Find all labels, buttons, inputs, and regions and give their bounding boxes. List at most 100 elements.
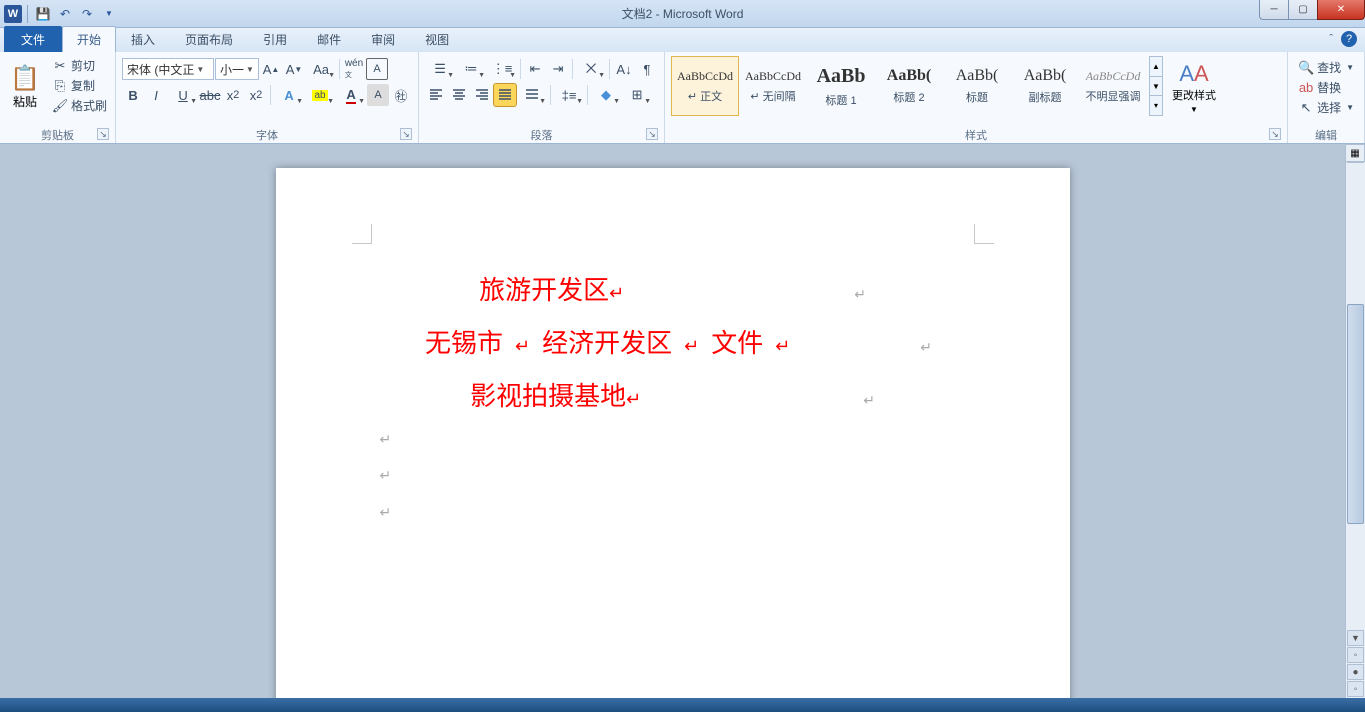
format-painter-button[interactable]: 🖌格式刷 <box>48 96 111 115</box>
shrink-font-button[interactable]: A▼ <box>283 58 305 80</box>
character-border-button[interactable]: A <box>366 58 388 80</box>
page[interactable]: 旅游开发区↵↵ 无锡市↵经济开发区↵文件↵↵ 影视拍摄基地↵↵ ↵ ↵ ↵ <box>276 168 1070 698</box>
qat-separator <box>27 5 28 23</box>
gallery-up-button[interactable]: ▲ <box>1150 57 1162 77</box>
style-subtle-emphasis[interactable]: AaBbCcDd不明显强调 <box>1079 56 1147 116</box>
paragraph-launcher[interactable]: ↘ <box>646 128 658 140</box>
paste-button[interactable]: 📋 粘贴 <box>4 54 46 122</box>
tab-review[interactable]: 审阅 <box>356 26 410 52</box>
align-left-button[interactable] <box>425 84 447 106</box>
increase-indent-button[interactable]: ⇥ <box>547 58 569 80</box>
align-left-icon <box>428 87 444 103</box>
change-case-button[interactable]: Aa▼ <box>306 58 336 80</box>
font-size-combo[interactable]: 小一▼ <box>215 58 259 80</box>
doc-line-3[interactable]: 影视拍摄基地↵↵ <box>372 370 974 423</box>
doc-line-1[interactable]: 旅游开发区↵↵ <box>372 264 974 317</box>
font-launcher[interactable]: ↘ <box>400 128 412 140</box>
replace-button[interactable]: ab替换 <box>1294 78 1358 97</box>
tab-insert[interactable]: 插入 <box>116 26 170 52</box>
text-effects-button[interactable]: A▼ <box>274 84 304 106</box>
copy-icon: ⎘ <box>52 78 68 94</box>
tab-references[interactable]: 引用 <box>248 26 302 52</box>
close-button[interactable]: ✕ <box>1317 0 1365 20</box>
window-controls: ─ ▢ ✕ <box>1260 0 1365 20</box>
font-family-combo[interactable]: 宋体 (中文正▼ <box>122 58 214 80</box>
scroll-down-button[interactable]: ▼ <box>1347 630 1364 646</box>
sort-button[interactable]: A↓ <box>613 58 635 80</box>
font-color-button[interactable]: A▼ <box>336 84 366 106</box>
paragraph-mark: ↵ <box>684 336 699 356</box>
clipboard-launcher[interactable]: ↘ <box>97 128 109 140</box>
style-normal[interactable]: AaBbCcDd↵ 正文 <box>671 56 739 116</box>
align-right-button[interactable] <box>471 84 493 106</box>
select-button[interactable]: ↖选择▼ <box>1294 98 1358 117</box>
align-center-button[interactable] <box>448 84 470 106</box>
browse-object-button[interactable]: ● <box>1347 664 1364 680</box>
prev-page-button[interactable]: ◦ <box>1347 647 1364 663</box>
style-subtitle[interactable]: AaBb(副标题 <box>1011 56 1079 116</box>
group-styles: AaBbCcDd↵ 正文 AaBbCcDd↵ 无间隔 AaBb标题 1 AaBb… <box>665 52 1288 143</box>
qat-customize-dropdown[interactable]: ▼ <box>99 4 119 24</box>
scroll-track[interactable] <box>1347 164 1364 642</box>
paste-label: 粘贴 <box>13 93 37 110</box>
copy-button[interactable]: ⎘复制 <box>48 76 111 95</box>
shading-button[interactable]: ◆▼ <box>591 84 621 106</box>
decrease-indent-button[interactable]: ⇤ <box>524 58 546 80</box>
tab-page-layout[interactable]: 页面布局 <box>170 26 248 52</box>
tab-mailings[interactable]: 邮件 <box>302 26 356 52</box>
italic-button[interactable]: I <box>145 84 167 106</box>
distributed-button[interactable]: ▼ <box>517 84 547 106</box>
numbering-button[interactable]: ≔▼ <box>456 58 486 80</box>
doc-line-2[interactable]: 无锡市↵经济开发区↵文件↵↵ <box>372 317 974 370</box>
group-paragraph: ☰▼ ≔▼ ⋮≡▼ ⇤ ⇥ ⨉▼ A↓ ¶ <box>419 52 665 143</box>
next-page-button[interactable]: ◦ <box>1347 681 1364 697</box>
highlight-button[interactable]: ab▼ <box>305 84 335 106</box>
character-shading-button[interactable]: A <box>367 84 389 106</box>
grow-font-button[interactable]: A▲ <box>260 58 282 80</box>
vertical-scrollbar: ▲ ▼ ◦ ● ◦ <box>1345 144 1365 698</box>
styles-gallery: AaBbCcDd↵ 正文 AaBbCcDd↵ 无间隔 AaBb标题 1 AaBb… <box>669 54 1165 118</box>
style-no-spacing[interactable]: AaBbCcDd↵ 无间隔 <box>739 56 807 116</box>
window-title: 文档2 - Microsoft Word <box>622 5 744 22</box>
change-styles-button[interactable]: AA 更改样式 ▼ <box>1167 54 1221 122</box>
gallery-down-button[interactable]: ▼ <box>1150 77 1162 97</box>
phonetic-guide-button[interactable]: wén文 <box>343 58 365 80</box>
save-button[interactable]: 💾 <box>33 4 53 24</box>
tab-file[interactable]: 文件 <box>4 26 62 52</box>
strikethrough-button[interactable]: abc <box>199 84 221 106</box>
tab-home[interactable]: 开始 <box>62 26 116 52</box>
empty-paragraph[interactable]: ↵ <box>372 423 974 459</box>
align-justify-button[interactable] <box>494 84 516 106</box>
line-spacing-button[interactable]: ‡≡▼ <box>554 84 584 106</box>
style-heading1[interactable]: AaBb标题 1 <box>807 56 875 116</box>
ruler-toggle-button[interactable]: ▦ <box>1345 144 1365 162</box>
redo-button[interactable]: ↷ <box>77 4 97 24</box>
show-marks-button[interactable]: ¶ <box>636 58 658 80</box>
asian-layout-button[interactable]: ⨉▼ <box>576 58 606 80</box>
styles-launcher[interactable]: ↘ <box>1269 128 1281 140</box>
subscript-button[interactable]: x2 <box>222 84 244 106</box>
bullets-button[interactable]: ☰▼ <box>425 58 455 80</box>
paragraph-mark: ↵ <box>515 336 530 356</box>
superscript-button[interactable]: x2 <box>245 84 267 106</box>
empty-paragraph[interactable]: ↵ <box>372 496 974 532</box>
bold-button[interactable]: B <box>122 84 144 106</box>
multilevel-list-button[interactable]: ⋮≡▼ <box>487 58 517 80</box>
scroll-thumb[interactable] <box>1347 304 1364 524</box>
minimize-button[interactable]: ─ <box>1259 0 1289 20</box>
borders-button[interactable]: ⊞▼ <box>622 84 652 106</box>
tab-view[interactable]: 视图 <box>410 26 464 52</box>
style-heading2[interactable]: AaBb(标题 2 <box>875 56 943 116</box>
ribbon-collapse-button[interactable]: ˆ <box>1329 33 1333 45</box>
style-title[interactable]: AaBb(标题 <box>943 56 1011 116</box>
maximize-button[interactable]: ▢ <box>1288 0 1318 20</box>
gallery-more-button[interactable]: ▾ <box>1150 96 1162 115</box>
find-button[interactable]: 🔍查找▼ <box>1294 58 1358 77</box>
help-button[interactable]: ? <box>1341 31 1357 47</box>
undo-button[interactable]: ↶ <box>55 4 75 24</box>
underline-button[interactable]: U▼ <box>168 84 198 106</box>
empty-paragraph[interactable]: ↵ <box>372 459 974 495</box>
cut-button[interactable]: ✂剪切 <box>48 56 111 75</box>
enclose-characters-button[interactable]: ㊓ <box>390 84 412 106</box>
document-scroll[interactable]: 旅游开发区↵↵ 无锡市↵经济开发区↵文件↵↵ 影视拍摄基地↵↵ ↵ ↵ ↵ <box>0 144 1345 698</box>
